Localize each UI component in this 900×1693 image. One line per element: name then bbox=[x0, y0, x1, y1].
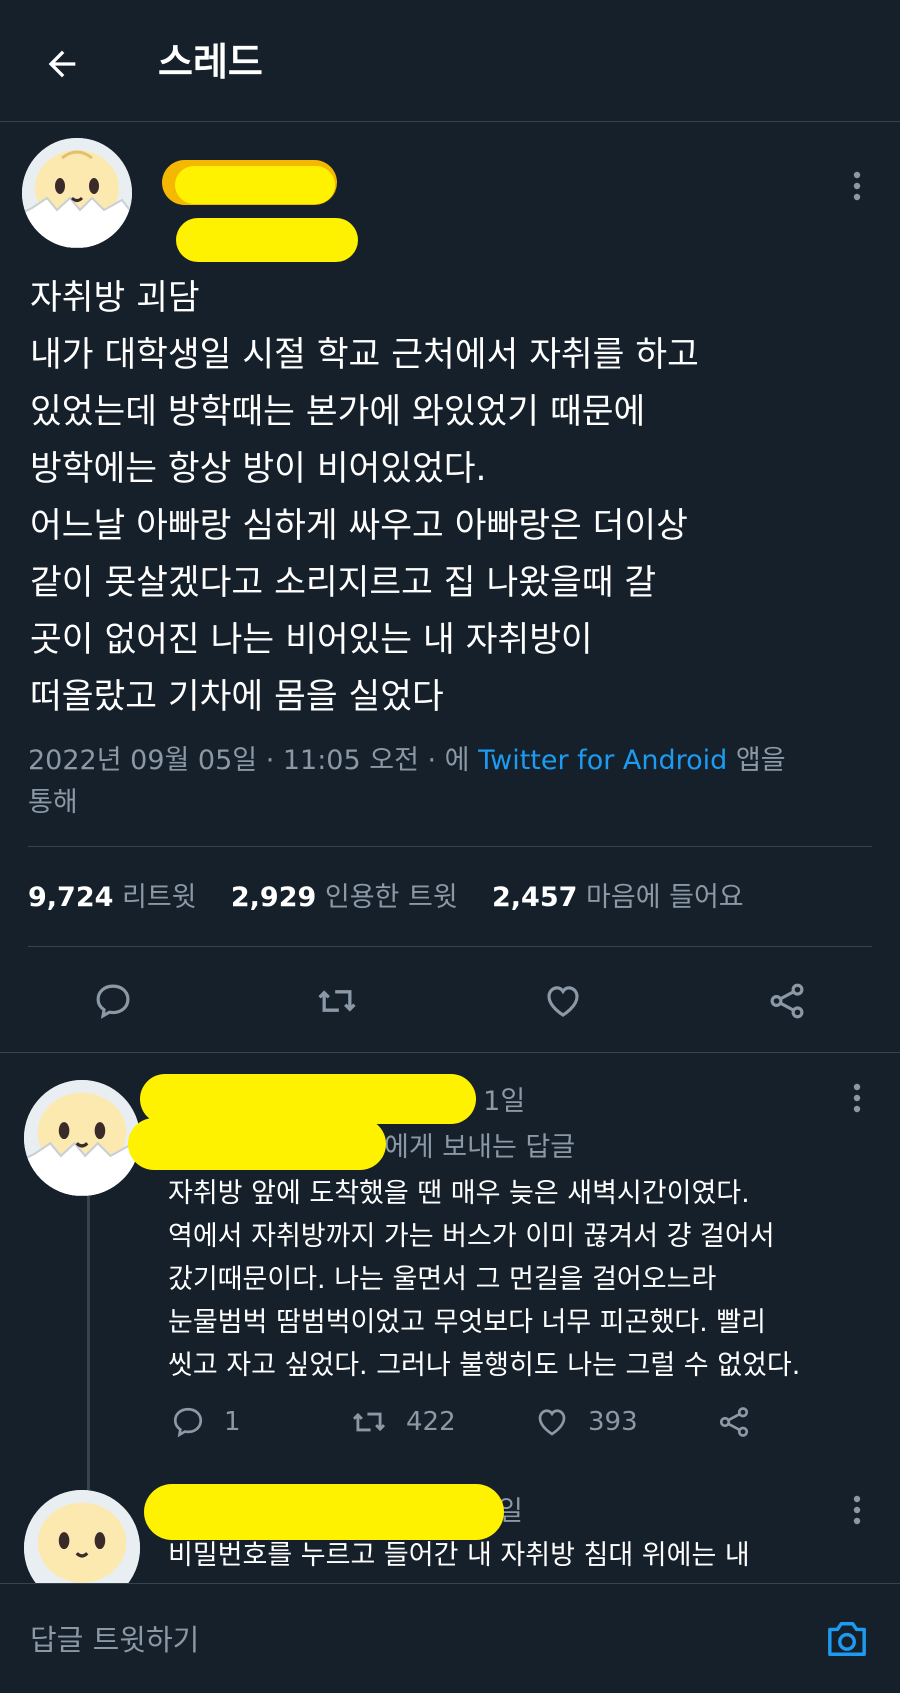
more-options-button[interactable] bbox=[842, 166, 872, 206]
redacted-display-name-highlight bbox=[175, 166, 335, 204]
more-vertical-icon bbox=[853, 1495, 861, 1525]
reply-avatar[interactable] bbox=[24, 1080, 140, 1196]
redacted-reply2-username bbox=[144, 1484, 504, 1540]
reply1-like-button[interactable]: 393 bbox=[534, 1402, 638, 1442]
tweet-text: 자취방 괴담 내가 대학생일 시절 학교 근처에서 자취를 하고 있었는데 방학… bbox=[30, 270, 870, 726]
divider bbox=[28, 946, 872, 947]
reply-bubble-icon bbox=[173, 1407, 203, 1438]
tweet-line: 같이 못살겠다고 소리지르고 집 나왔을때 갈 bbox=[30, 563, 657, 603]
retweet-icon bbox=[318, 990, 356, 1012]
tweet-meta: 2022년 09월 05일 · 11:05 오전 · 에 Twitter for… bbox=[28, 740, 868, 824]
avatar-character-icon bbox=[24, 1080, 140, 1196]
like-button[interactable] bbox=[538, 976, 588, 1026]
reply-line: 갔기때문이다. 나는 울면서 그 먼길을 걸어오느라 bbox=[168, 1264, 717, 1295]
heart-icon bbox=[547, 986, 579, 1017]
tweet-line: 내가 대학생일 시절 학교 근처에서 자취를 하고 bbox=[30, 335, 699, 375]
share-button[interactable] bbox=[762, 976, 812, 1026]
share-icon bbox=[719, 1407, 749, 1437]
camera-icon bbox=[828, 1622, 866, 1656]
more-vertical-icon bbox=[853, 1083, 861, 1113]
divider bbox=[0, 1052, 900, 1053]
retweets-stat[interactable]: 9,724 리트윗 bbox=[28, 882, 197, 913]
tweet-title-line: 자취방 괴담 bbox=[30, 278, 200, 318]
share-icon bbox=[770, 983, 804, 1019]
page-title: 스레드 bbox=[158, 40, 263, 84]
retweet-icon bbox=[352, 1412, 386, 1432]
tweet-line: 있었는데 방학때는 본가에 와있었기 때문에 bbox=[30, 392, 646, 432]
replying-to-label: 에게 보내는 답글 bbox=[384, 1132, 576, 1163]
avatar[interactable] bbox=[22, 138, 132, 248]
retweet-button[interactable] bbox=[312, 976, 362, 1026]
reply-line: 씻고 자고 싶었다. 그러나 불행히도 나는 그럴 수 없었다. bbox=[168, 1350, 801, 1381]
tweet-timestamp: 2022년 09월 05일 · 11:05 오전 · 에 bbox=[28, 745, 479, 776]
top-bar: 스레드 bbox=[0, 0, 900, 122]
reply-line: 자취방 앞에 도착했을 땐 매우 늦은 새벽시간이였다. bbox=[168, 1178, 750, 1209]
redacted-handle bbox=[176, 218, 358, 262]
tweet-meta-line2: 통해 bbox=[28, 787, 78, 818]
reply1-share-button[interactable] bbox=[716, 1402, 752, 1442]
reply-line: 역에서 자취방까지 가는 버스가 이미 끊겨서 걍 걸어서 bbox=[168, 1221, 775, 1252]
redacted-reply-handle bbox=[128, 1118, 386, 1170]
reply-more-options-button[interactable] bbox=[842, 1078, 872, 1118]
heart-icon bbox=[538, 1409, 566, 1436]
tweet-line: 어느날 아빠랑 심하게 싸우고 아빠랑은 더이상 bbox=[30, 506, 688, 546]
reply-line: 비밀번호를 누르고 들어간 내 자취방 침대 위에는 내 bbox=[168, 1540, 750, 1571]
tweet-source-link[interactable]: Twitter for Android bbox=[478, 745, 727, 776]
tweet-stats: 9,724 리트윗 2,929 인용한 트윗 2,457 마음에 들어요 bbox=[28, 878, 744, 918]
retweet-count: 422 bbox=[406, 1407, 456, 1437]
redacted-reply-username bbox=[140, 1074, 476, 1124]
quotes-stat[interactable]: 2,929 인용한 트윗 bbox=[231, 882, 458, 913]
reply-button[interactable] bbox=[88, 976, 138, 1026]
reply1-retweet-button[interactable]: 422 bbox=[350, 1402, 456, 1442]
reply2-text: 비밀번호를 누르고 들어간 내 자취방 침대 위에는 내 bbox=[168, 1534, 868, 1577]
reply1-reply-button[interactable]: 1 bbox=[170, 1402, 241, 1442]
reply-input[interactable]: 답글 트윗하기 bbox=[30, 1620, 199, 1660]
likes-stat[interactable]: 2,457 마음에 들어요 bbox=[492, 882, 744, 913]
more-vertical-icon bbox=[853, 171, 861, 201]
reply-text: 자취방 앞에 도착했을 땐 매우 늦은 새벽시간이였다. 역에서 자취방까지 가… bbox=[168, 1172, 868, 1387]
avatar-character-icon bbox=[22, 138, 132, 248]
tweet-line: 곳이 없어진 나는 비어있는 내 자취방이 bbox=[30, 620, 593, 660]
tweet-line: 방학에는 항상 방이 비어있었다. bbox=[30, 449, 487, 489]
divider bbox=[28, 846, 872, 847]
tweet-line: 떠올랐고 기차에 몸을 실었다 bbox=[30, 677, 444, 717]
camera-button[interactable] bbox=[822, 1616, 872, 1662]
reply-composer: 답글 트윗하기 bbox=[0, 1583, 900, 1693]
like-count: 393 bbox=[588, 1407, 638, 1437]
reply-line: 눈물범벅 땀범벅이었고 무엇보다 너무 피곤했다. 빨리 bbox=[168, 1307, 766, 1338]
reply-count: 1 bbox=[224, 1407, 241, 1437]
reply2-more-options-button[interactable] bbox=[842, 1490, 872, 1530]
tweet-source-suffix: 앱을 bbox=[727, 745, 786, 776]
arrow-left-icon bbox=[48, 50, 76, 78]
thread-line bbox=[87, 1195, 90, 1490]
back-button[interactable] bbox=[38, 40, 86, 88]
reply-bubble-icon bbox=[96, 984, 130, 1019]
